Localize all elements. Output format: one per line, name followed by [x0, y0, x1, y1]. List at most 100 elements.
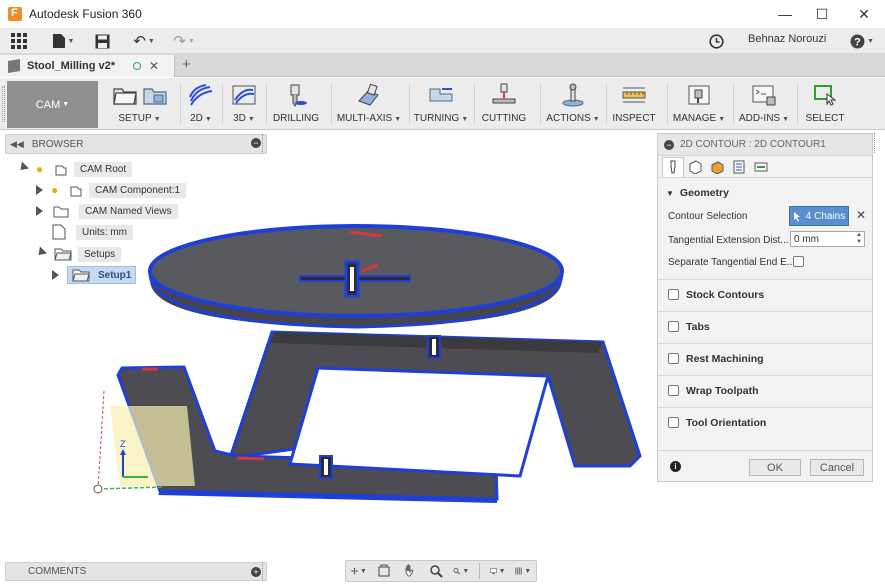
info-icon[interactable]: i	[670, 461, 681, 472]
tabs-checkbox[interactable]	[668, 321, 679, 332]
setup-group[interactable]: SETUP ▼	[101, 80, 178, 128]
expand-triangle-icon[interactable]	[34, 246, 48, 259]
add-ins-group[interactable]: ADD-INS ▼	[735, 80, 793, 128]
redo-button[interactable]: ↷ ▼	[168, 30, 200, 52]
grid-snaps-icon[interactable]: ▼	[515, 563, 531, 579]
dialog-header[interactable]: − 2D CONTOUR : 2D CONTOUR1	[658, 134, 872, 156]
stool-seat[interactable]	[148, 224, 564, 329]
cutting-label: CUTTING	[481, 113, 527, 124]
zoom-icon[interactable]	[428, 563, 444, 579]
select-group[interactable]: SELECT	[799, 80, 851, 128]
tree-node-cam-component[interactable]: ● CAM Component:1	[36, 181, 187, 199]
wrap-toolpath-section[interactable]: Wrap Toolpath	[658, 375, 872, 405]
stock-contours-section[interactable]: Stock Contours	[658, 279, 872, 309]
job-status-clock-icon[interactable]	[707, 30, 725, 52]
tree-node-named-views[interactable]: CAM Named Views	[36, 202, 178, 220]
clear-selection-icon[interactable]: ✕	[856, 208, 866, 222]
dialog-collapse-icon[interactable]: −	[664, 139, 674, 150]
browser-minus-icon[interactable]: −	[251, 138, 261, 148]
turning-group[interactable]: TURNING ▼	[411, 80, 471, 128]
contour-selection-button[interactable]: 4 Chains	[789, 206, 849, 226]
tool-orientation-section[interactable]: Tool Orientation	[658, 407, 872, 437]
tree-node-setups[interactable]: Setups	[34, 245, 122, 263]
geometry-tab[interactable]	[684, 157, 706, 177]
help-button[interactable]: ? ▼	[848, 30, 876, 52]
linking-tab[interactable]	[750, 157, 772, 177]
separate-tangential-label: Separate Tangential End E...	[668, 257, 796, 268]
workspace-switcher[interactable]: CAM ▼	[7, 81, 98, 128]
user-account-name[interactable]: Behnaz Norouzi	[748, 33, 826, 45]
passes-tab[interactable]	[728, 157, 750, 177]
heights-tab[interactable]	[706, 157, 728, 177]
document-tab-bar: Stool_Milling v2* ✕ +	[0, 54, 885, 77]
close-window-button[interactable]: ✕	[844, 0, 884, 28]
document-tab[interactable]: Stool_Milling v2* ✕	[0, 55, 175, 77]
lightbulb-icon[interactable]: ●	[36, 162, 50, 176]
tangential-extension-input[interactable]: 0 mm ▲ ▼	[790, 231, 865, 247]
data-panel-grid-icon[interactable]	[9, 30, 29, 52]
2d-group[interactable]: 2D ▼	[182, 80, 220, 128]
tabs-section[interactable]: Tabs	[658, 311, 872, 341]
expand-triangle-icon[interactable]	[36, 185, 43, 195]
tree-node-cam-root[interactable]: ● CAM Root	[16, 160, 133, 178]
close-tab-icon[interactable]: ✕	[149, 59, 159, 73]
minimize-button[interactable]: —	[765, 0, 805, 28]
expand-triangle-icon[interactable]	[52, 270, 59, 280]
tool-tab[interactable]	[662, 156, 684, 177]
wrap-toolpath-checkbox[interactable]	[668, 385, 679, 396]
collapse-browser-icon[interactable]: ◀◀	[10, 139, 24, 150]
expand-triangle-icon[interactable]	[36, 206, 43, 216]
file-menu-button[interactable]: ▼	[50, 30, 76, 52]
orbit-move-icon[interactable]: ▼	[350, 563, 367, 579]
setup1-selected-row[interactable]: Setup1	[67, 266, 137, 284]
undo-button[interactable]: ↶ ▼	[128, 30, 160, 52]
stock-contours-checkbox[interactable]	[668, 289, 679, 300]
cancel-button[interactable]: Cancel	[810, 459, 864, 476]
tangential-extension-value: 0 mm	[794, 233, 819, 245]
units-document-icon	[52, 224, 66, 240]
zoom-window-icon[interactable]: ▼	[453, 563, 469, 579]
add-comment-plus-icon[interactable]: +	[251, 567, 261, 577]
section-label: Wrap Toolpath	[686, 384, 759, 397]
comments-panel-header[interactable]: COMMENTS +	[5, 562, 267, 581]
pan-hand-icon[interactable]	[402, 563, 418, 579]
add-ins-label: ADD-INS	[738, 113, 781, 124]
expand-triangle-icon[interactable]	[16, 161, 30, 174]
maximize-button[interactable]: ☐	[802, 0, 842, 28]
look-at-icon[interactable]	[376, 563, 392, 579]
display-settings-icon[interactable]: ▼	[489, 563, 506, 579]
turning-icon	[429, 88, 453, 102]
save-icon[interactable]	[93, 30, 111, 52]
stepper-arrows-icon[interactable]: ▲ ▼	[856, 232, 862, 246]
2d-label: 2D	[190, 113, 203, 124]
cam-root-icon	[55, 165, 67, 176]
browser-header[interactable]: ◀◀ BROWSER −	[5, 134, 267, 154]
new-tab-plus-icon[interactable]: +	[182, 56, 191, 73]
cutting-group[interactable]: CUTTING	[476, 80, 532, 128]
tree-node-setup1[interactable]: Setup1	[52, 266, 137, 284]
geometry-heading: Geometry	[679, 187, 729, 199]
lightbulb-icon[interactable]: ●	[51, 183, 65, 197]
tree-node-units[interactable]: Units: mm	[52, 223, 133, 241]
multi-axis-group[interactable]: MULTI-AXIS ▼	[333, 80, 405, 128]
setup1-label: Setup1	[98, 269, 132, 281]
geometry-section-header[interactable]: ▼ Geometry	[666, 187, 729, 199]
rest-machining-section[interactable]: Rest Machining	[658, 343, 872, 373]
separate-tangential-checkbox[interactable]	[793, 256, 804, 267]
tool-orientation-checkbox[interactable]	[668, 417, 679, 428]
rest-machining-checkbox[interactable]	[668, 353, 679, 364]
tree-label: CAM Named Views	[79, 203, 178, 219]
inspect-label: INSPECT	[612, 113, 656, 124]
collapse-triangle-icon[interactable]: ▼	[666, 189, 674, 198]
setup-folder-icon	[112, 88, 137, 105]
drilling-group[interactable]: DRILLING	[268, 80, 324, 128]
fusion-app-icon	[8, 7, 22, 21]
ok-button[interactable]: OK	[749, 459, 801, 476]
inspect-group[interactable]: INSPECT	[608, 80, 660, 128]
manage-group[interactable]: MANAGE ▼	[669, 80, 729, 128]
actions-group[interactable]: ACTIONS ▼	[542, 80, 604, 128]
contour-selection-value: 4 Chains	[805, 210, 846, 222]
navigation-bar: ▼ ▼ ▼ ▼	[345, 560, 537, 582]
3d-group[interactable]: 3D ▼	[224, 80, 264, 128]
stool-base-frame[interactable]	[116, 330, 642, 503]
